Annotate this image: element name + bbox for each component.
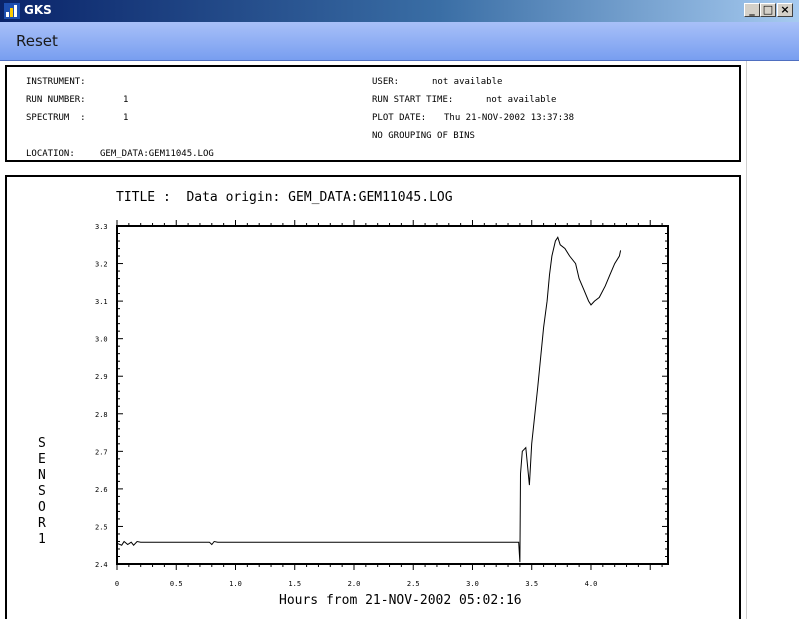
series-line-sensor1 bbox=[116, 236, 622, 563]
run-start-value: not available bbox=[486, 95, 557, 105]
sensor-line-chart: TITLE : Data origin: GEM_DATA:GEM11045.L… bbox=[38, 190, 669, 608]
x-tick-label: 1.5 bbox=[288, 580, 301, 588]
plot-date-label: PLOT DATE: bbox=[372, 113, 427, 123]
window-title: GKS bbox=[24, 3, 52, 17]
y-tick-label: 2.5 bbox=[95, 523, 108, 531]
location-label: LOCATION: bbox=[26, 149, 75, 159]
y-tick-label: 2.9 bbox=[95, 373, 108, 381]
y-tick-label: 2.4 bbox=[95, 561, 108, 569]
location-value: GEM_DATA:GEM11045.LOG bbox=[100, 149, 214, 159]
x-tick-label: 0 bbox=[115, 580, 119, 588]
right-margin bbox=[746, 61, 799, 619]
x-tick-label: 4.0 bbox=[585, 580, 598, 588]
maximize-button[interactable]: □ bbox=[760, 3, 776, 17]
y-tick-label: 3.3 bbox=[95, 223, 108, 231]
run-start-label: RUN START TIME: bbox=[372, 95, 454, 105]
x-axis-label: Hours from 21-NOV-2002 05:02:16 bbox=[279, 593, 522, 608]
x-tick-label: 3.0 bbox=[466, 580, 479, 588]
gks-app-icon bbox=[4, 3, 20, 19]
x-tick-label: 2.5 bbox=[407, 580, 420, 588]
x-tick-label: 3.5 bbox=[525, 580, 538, 588]
instrument-label: INSTRUMENT: bbox=[26, 77, 86, 87]
plot-frame bbox=[116, 225, 669, 565]
x-tick-label: 0.5 bbox=[170, 580, 183, 588]
x-tick-labels: 0 0.5 1.0 1.5 2.0 2.5 3.0 3.5 4.0 bbox=[115, 580, 597, 588]
spectrum-value: 1 bbox=[123, 113, 129, 123]
run-info-panel: INSTRUMENT: RUN NUMBER: 1 SPECTRUM : 1 L… bbox=[5, 65, 741, 162]
run-number-label: RUN NUMBER: bbox=[26, 95, 86, 105]
window-titlebar[interactable]: GKS _ □ × bbox=[0, 0, 799, 22]
plot-panel: TITLE : Data origin: GEM_DATA:GEM11045.L… bbox=[5, 175, 741, 619]
run-number-value: 1 bbox=[123, 95, 129, 105]
minimize-button[interactable]: _ bbox=[744, 3, 760, 17]
y-tick-label: 3.2 bbox=[95, 261, 108, 269]
y-tick-label: 3.1 bbox=[95, 298, 108, 306]
close-button[interactable]: × bbox=[777, 3, 793, 17]
axis-ticks bbox=[116, 220, 668, 570]
spectrum-label: SPECTRUM : bbox=[26, 113, 86, 123]
y-tick-label: 2.8 bbox=[95, 411, 108, 419]
user-value: not available bbox=[432, 77, 503, 87]
y-tick-label: 3.0 bbox=[95, 336, 108, 344]
user-label: USER: bbox=[372, 77, 400, 87]
toolbar: Reset bbox=[0, 22, 799, 61]
x-tick-label: 2.0 bbox=[348, 580, 361, 588]
y-axis-label: SENSOR1 bbox=[38, 436, 46, 547]
reset-button[interactable]: Reset bbox=[16, 32, 58, 50]
y-tick-labels: 2.4 2.5 2.6 2.7 2.8 2.9 3.0 3.1 3.2 3.3 bbox=[95, 223, 108, 569]
plot-date-value: Thu 21-NOV-2002 13:37:38 bbox=[444, 113, 575, 123]
grouping-note: NO GROUPING OF BINS bbox=[372, 131, 475, 141]
y-tick-label: 2.7 bbox=[95, 448, 108, 456]
chart-title: TITLE : Data origin: GEM_DATA:GEM11045.L… bbox=[116, 190, 453, 205]
y-tick-label: 2.6 bbox=[95, 486, 108, 494]
x-tick-label: 1.0 bbox=[229, 580, 242, 588]
